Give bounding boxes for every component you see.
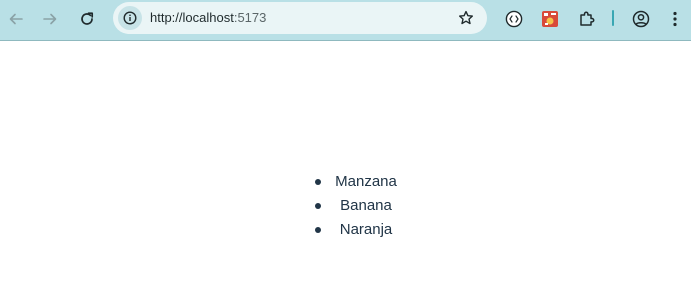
extension-red-button[interactable] [539,8,561,30]
reload-icon [81,12,94,25]
toolbar-separator [612,10,614,26]
code-brackets-icon [505,10,523,28]
bullet-icon [315,203,321,209]
extension-code-button[interactable] [503,8,525,30]
url-host: http://localhost [150,10,234,25]
list-item: Naranja [312,218,420,242]
list-item: Banana [312,194,420,218]
address-bar[interactable]: http://localhost:5173 [113,2,487,34]
bullet-icon [315,227,321,233]
arrow-left-icon [9,13,23,25]
reload-button[interactable] [74,6,100,32]
fruit-list: Manzana Banana Naranja [312,170,420,242]
profile-button[interactable] [630,8,652,30]
list-item-label: Manzana [335,173,397,190]
puzzle-icon [580,11,595,26]
url-port: :5173 [233,10,267,25]
account-icon [632,10,650,28]
red-extension-icon [542,11,558,27]
forward-button[interactable] [37,6,63,32]
bookmark-button[interactable] [457,9,475,27]
list-item-label: Naranja [339,221,393,238]
extensions-button[interactable] [576,8,598,30]
list-item: Manzana [312,170,420,194]
list-item-label: Banana [340,197,392,214]
back-button[interactable] [3,6,29,32]
star-icon [459,10,473,25]
kebab-menu-icon [673,11,677,27]
browser-menu-button[interactable] [664,8,686,30]
info-icon [123,11,137,25]
page-content: Manzana Banana Naranja [0,41,691,301]
site-info-button[interactable] [118,6,142,30]
arrow-right-icon [43,13,57,25]
bullet-icon [315,179,321,185]
url-text[interactable]: http://localhost:5173 [150,10,266,26]
browser-toolbar: http://localhost:5173 [0,0,691,41]
